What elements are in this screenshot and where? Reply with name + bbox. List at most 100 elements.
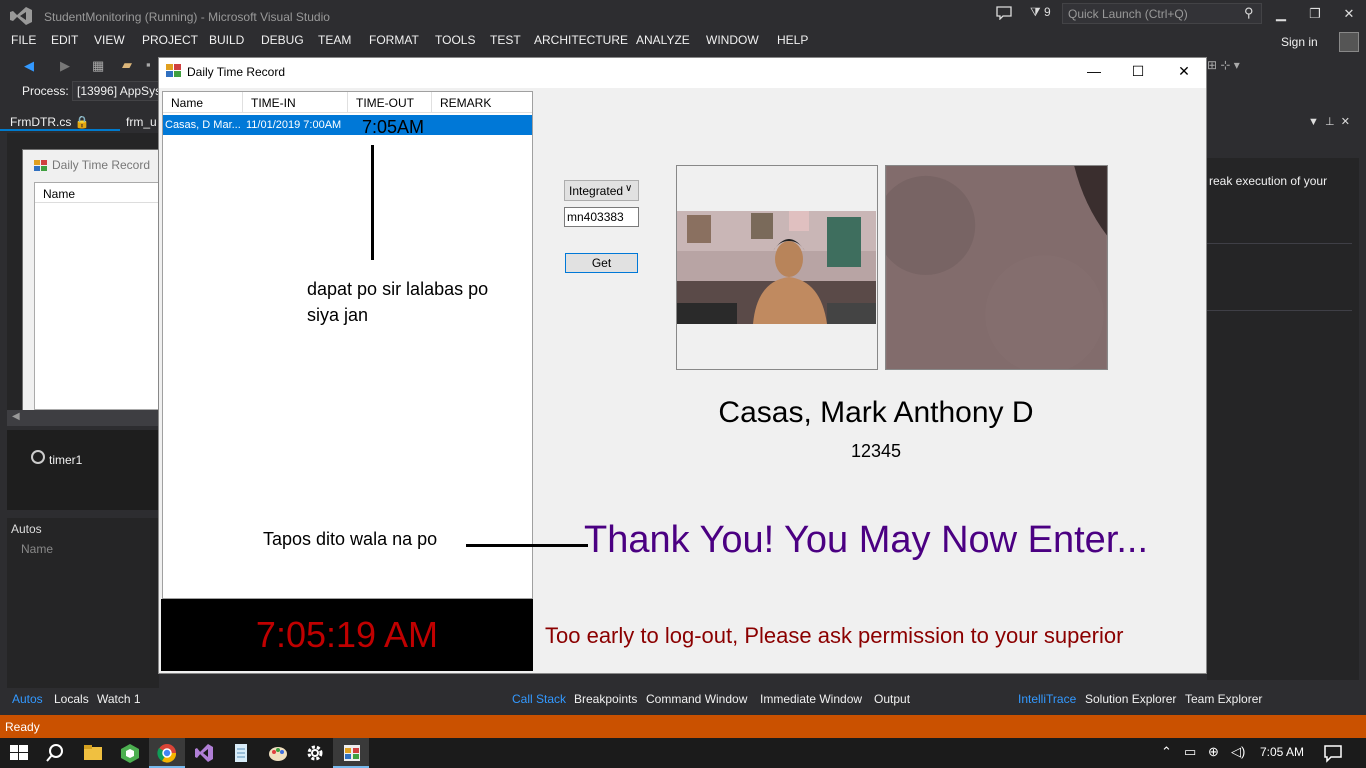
chevron-down-icon[interactable]: ∨ [625, 183, 635, 194]
settings-gear-icon[interactable] [304, 742, 326, 764]
tab-team-explorer[interactable]: Team Explorer [1185, 692, 1262, 706]
menu-team[interactable]: TEAM [318, 33, 351, 47]
new-project-icon[interactable]: ▦ [92, 58, 104, 74]
menu-window[interactable]: WINDOW [706, 33, 759, 47]
process-select[interactable]: [13996] AppSys [72, 81, 160, 101]
minimize-icon[interactable]: ▁ [1272, 6, 1290, 24]
column-header-time-out[interactable]: TIME-OUT [348, 92, 432, 113]
filter-count: 9 [1044, 5, 1051, 19]
windows-start-icon[interactable] [8, 742, 30, 764]
status-text: Ready [5, 720, 40, 734]
menu-edit[interactable]: EDIT [51, 33, 78, 47]
student-id-input[interactable]: mn403383 [564, 207, 639, 227]
tab-watch-1[interactable]: Watch 1 [97, 692, 141, 706]
student-id: 12345 [850, 441, 902, 461]
tab-intellitrace[interactable]: IntelliTrace [1018, 692, 1076, 706]
open-folder-icon[interactable]: ▰ [122, 57, 132, 73]
cell-time-out: 7:05AM [362, 117, 425, 137]
menu-format[interactable]: FORMAT [369, 33, 419, 47]
time-record-list[interactable] [162, 91, 533, 599]
visual-studio-icon[interactable] [193, 742, 215, 764]
notepad-icon[interactable] [230, 742, 252, 764]
winforms-app-icon[interactable] [341, 742, 363, 764]
app-cube-icon[interactable] [119, 742, 141, 764]
column-header-name[interactable]: Name [163, 92, 243, 113]
taskbar-clock[interactable]: 7:05 AM [1260, 745, 1304, 759]
globe-icon[interactable]: ⊕ [1208, 744, 1219, 760]
search-icon[interactable]: ⚲ [1244, 5, 1254, 21]
annotation-line [466, 544, 588, 547]
menu-project[interactable]: PROJECT [142, 33, 198, 47]
annotation-text: Tapos dito wala na po [263, 529, 438, 549]
timer-component[interactable]: timer1 [49, 453, 82, 467]
menu-tools[interactable]: TOOLS [435, 33, 475, 47]
file-explorer-icon[interactable] [82, 742, 104, 764]
column-header-remark[interactable]: REMARK [432, 92, 532, 113]
tab-locals[interactable]: Locals [54, 692, 89, 706]
tab-output[interactable]: Output [874, 692, 910, 706]
close-icon[interactable]: ✕ [1340, 6, 1358, 24]
menu-build[interactable]: BUILD [209, 33, 244, 47]
menu-view[interactable]: VIEW [94, 33, 125, 47]
welcome-message: Thank You! You May Now Enter... [584, 519, 1149, 561]
toolbar-extra-icons[interactable]: ⊞ ⊹ ▾ [1207, 58, 1240, 72]
tab-frmdtr[interactable]: FrmDTR.cs 🔒 [0, 113, 120, 131]
feedback-filter-icon[interactable]: ⧩ 9 [1030, 5, 1051, 20]
menu-architecture[interactable]: ARCHITECTURE [534, 33, 628, 47]
search-icon[interactable] [44, 742, 66, 764]
avatar[interactable] [1339, 32, 1359, 52]
notification-icon[interactable] [996, 6, 1012, 20]
menu-analyze[interactable]: ANALYZE [636, 33, 690, 47]
dtr-title: Daily Time Record [187, 65, 286, 79]
close-icon[interactable]: ✕ [1161, 61, 1207, 83]
annotation-line [371, 145, 374, 260]
cell-time-in: 11/01/2019 7:00AM [246, 119, 342, 131]
chevron-up-icon[interactable]: ⌃ [1161, 744, 1172, 760]
designer-grid[interactable] [34, 182, 162, 410]
visual-studio-logo-icon [10, 7, 32, 25]
tab-call-stack[interactable]: Call Stack [512, 692, 566, 706]
toolbar: ◀ ▶ ▦ ▰ ▪ [0, 54, 160, 80]
tab-command-window[interactable]: Command Window [646, 692, 747, 706]
sign-in-link[interactable]: Sign in [1281, 35, 1318, 49]
dtr-title-bar[interactable] [159, 58, 1206, 88]
menu-help[interactable]: HELP [777, 33, 808, 47]
volume-icon[interactable]: ◁) [1231, 744, 1245, 760]
warning-message: Too early to log-out, Please ask permiss… [545, 623, 1124, 648]
digital-clock: 7:05:19 AM [255, 614, 439, 655]
forward-icon[interactable]: ▶ [60, 58, 70, 74]
cell-name: Casas, D Mar... [165, 119, 241, 131]
tab-solution-explorer[interactable]: Solution Explorer [1085, 692, 1176, 706]
menu-test[interactable]: TEST [490, 33, 521, 47]
save-icon[interactable]: ▪ [146, 57, 151, 72]
tab-frm-u[interactable]: frm_u [126, 115, 157, 129]
menu-file[interactable]: FILE [11, 33, 36, 47]
tab-label: FrmDTR.cs [10, 115, 72, 129]
back-icon[interactable]: ◀ [24, 58, 34, 74]
menu-debug[interactable]: DEBUG [261, 33, 304, 47]
paint-icon[interactable] [267, 742, 289, 764]
minimize-icon[interactable]: — [1071, 61, 1117, 83]
maximize-icon[interactable]: ☐ [1115, 61, 1161, 83]
annotation-text: dapat po sir lalabas po siya jan [307, 279, 489, 325]
get-button[interactable]: Get [565, 253, 638, 273]
panel-pin-close-icons[interactable]: ▼ ⊥ ✕ [1308, 115, 1350, 128]
status-bar [0, 715, 1366, 738]
action-center-icon[interactable] [1322, 742, 1344, 764]
horizontal-scrollbar[interactable]: ◀ [7, 410, 159, 426]
student-name: Casas, Mark Anthony D [718, 396, 1034, 429]
battery-icon[interactable]: ▭ [1184, 744, 1196, 760]
tab-immediate-window[interactable]: Immediate Window [760, 692, 862, 706]
tab-breakpoints[interactable]: Breakpoints [574, 692, 637, 706]
autos-name-column: Name [21, 542, 54, 556]
quick-launch-input[interactable]: Quick Launch (Ctrl+Q) [1062, 3, 1262, 24]
autos-title: Autos [11, 522, 42, 536]
component-tray [7, 430, 159, 510]
restore-icon[interactable]: ❐ [1306, 6, 1324, 24]
tab-autos[interactable]: Autos [12, 692, 43, 706]
window-title: StudentMonitoring (Running) - Microsoft … [44, 10, 330, 24]
chrome-icon[interactable] [156, 742, 178, 764]
form-icon [166, 64, 181, 77]
column-header-time-in[interactable]: TIME-IN [243, 92, 348, 113]
timer-icon [31, 450, 45, 464]
